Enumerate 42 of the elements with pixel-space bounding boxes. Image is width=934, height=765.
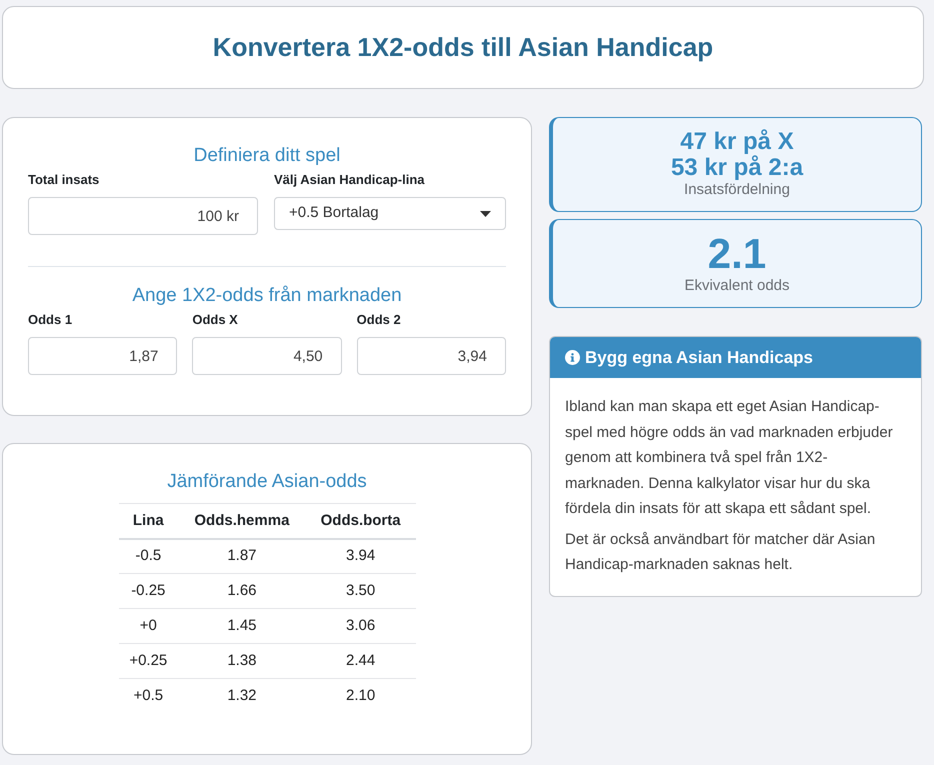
table-cell: 1.45 [178,608,306,644]
result-value: 47 kr på X [679,129,795,155]
table-cell: -0.25 [118,574,178,608]
field-label: Odds 1 [28,312,74,328]
table-cell: 2.10 [306,678,416,714]
page-title: Konvertera 1X2-odds till Asian Handicap [212,32,714,64]
table-cell: 1.32 [178,678,306,714]
field-label: Total insats [28,172,100,188]
table-cell: 1.87 [178,538,306,574]
section-title: Ange 1X2-odds från marknaden [131,284,403,307]
result-value: 53 kr på 2:a [670,155,804,181]
column-header: Odds.borta [306,504,416,538]
table-cell: 2.44 [306,644,416,678]
section-title: Definiera ditt spel [192,144,342,167]
section-title: Jämförande Asian-odds [166,470,368,493]
odds-input[interactable]: 4,50 [192,337,342,375]
table-cell: -0.5 [118,538,178,574]
table-cell: 1.66 [178,574,306,608]
column-header: Odds.hemma [178,504,306,538]
result-value: 2.1 [706,231,768,277]
result-caption: Ekvivalent odds [683,277,791,295]
result-caption: Insatsfördelning [683,181,791,199]
table-cell: 1.38 [178,644,306,678]
table-cell: +0.5 [118,678,178,714]
info-paragraph: Det är också användbart för matcher där Asian Handicap-marknaden saknas helt. [565,530,876,575]
table-cell: 3.06 [306,608,416,644]
stake-input[interactable]: 100 kr [28,197,258,235]
odds-input[interactable]: 1,87 [28,337,178,375]
line-select[interactable]: +0.5 Bortalag [274,197,506,230]
table-cell: +0 [118,608,178,644]
field-label: Välj Asian Handicap-lina [274,172,426,188]
field-label: Odds X [192,312,239,328]
table-cell: 3.50 [306,574,416,608]
caret-icon [480,210,491,216]
info-title: Bygg egna Asian Handicaps [585,346,813,369]
info-icon [565,350,580,365]
odds-input[interactable]: 3,94 [356,337,506,375]
table-cell: +0.25 [118,644,178,678]
column-header: Lina [118,504,178,538]
field-label: Odds 2 [356,312,402,328]
table-cell: 3.94 [306,538,416,574]
info-paragraph: Ibland kan man skapa ett eget Asian Handicap-spel med högre odds än vad marknaden erbjuder genom att kombinera två spel från 1X2-marknaden. Denna kalkylator visar hur du ska fördela din insats för att skapa ett sådant spel. [565,397,894,519]
